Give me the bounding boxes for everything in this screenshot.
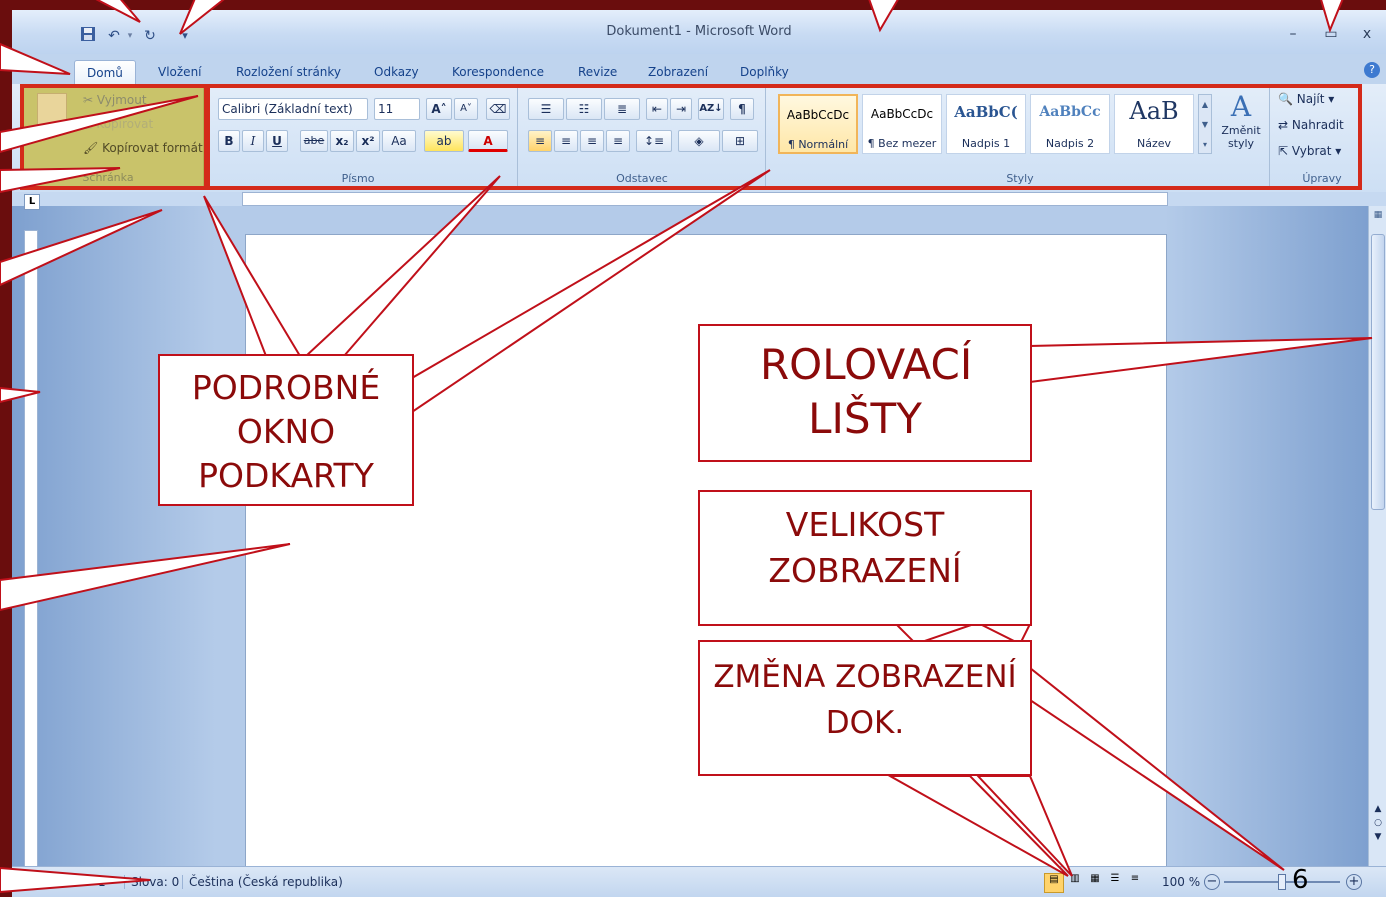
maximize-button[interactable]: ▭ [1318, 23, 1344, 45]
page-count[interactable]: 1 [98, 875, 106, 889]
ribbon-highlight-outline [206, 84, 1362, 190]
callout-zoom-size: VELIKOST ZOBRAZENÍ [698, 490, 1032, 626]
window-title: Dokument1 - Microsoft Word [606, 24, 792, 39]
tab-rozlozeni-stranky[interactable]: Rozložení stránky [224, 60, 353, 84]
callout-view-change-text: ZMĚNA ZOBRAZENÍ DOK. [713, 659, 1017, 741]
browse-object-icon[interactable]: ▲ ○ ▼ [1372, 802, 1384, 844]
print-layout-icon[interactable]: ▤ [1044, 873, 1064, 893]
callout-detail-window: PODROBNÉ OKNO PODKARTY [158, 354, 414, 506]
draft-icon[interactable]: ≡ [1126, 873, 1144, 891]
tab-doplnky[interactable]: Doplňky [728, 60, 801, 84]
help-icon[interactable]: ? [1364, 62, 1380, 78]
scroll-thumb[interactable] [1371, 234, 1385, 510]
status-bar: 1 Slova: 0 Čeština (Česká republika) ▤ ▥… [12, 865, 1386, 897]
language-indicator[interactable]: Čeština (Česká republika) [182, 875, 343, 889]
callout-scrollbars: ROLOVACÍ LIŠTY [698, 324, 1032, 462]
callout-zoom-size-text: VELIKOST ZOBRAZENÍ [768, 505, 962, 590]
callout-view-change: ZMĚNA ZOBRAZENÍ DOK. [698, 640, 1032, 776]
horizontal-ruler[interactable] [242, 192, 1168, 206]
callout-scrollbars-text: ROLOVACÍ LIŠTY [760, 340, 973, 443]
minimize-button[interactable]: – [1280, 23, 1306, 45]
tab-zobrazeni[interactable]: Zobrazení [636, 60, 720, 84]
customize-qat-icon[interactable]: ▾ [178, 26, 192, 46]
zoom-out-icon[interactable]: − [1204, 874, 1220, 890]
full-screen-reading-icon[interactable]: ▥ [1066, 873, 1084, 891]
ribbon: ✂ Vyjmout ⎘ Kopírovat 🖌 Kopírovat formát… [12, 84, 1386, 192]
undo-icon[interactable]: ↶ [104, 26, 124, 46]
annotation-number: 6 [1292, 865, 1309, 895]
vertical-scrollbar[interactable]: ▦ ▲ ○ ▼ [1368, 206, 1386, 866]
outline-icon[interactable]: ☰ [1106, 873, 1124, 891]
word-count[interactable]: Slova: 0 [124, 875, 179, 889]
ribbon-tabs: Domů Vložení Rozložení stránky Odkazy Ko… [12, 54, 1386, 84]
background-frame-top [0, 0, 1386, 10]
save-icon[interactable] [78, 26, 98, 46]
tab-selector-icon[interactable]: L [24, 194, 40, 210]
web-layout-icon[interactable]: ▦ [1086, 873, 1104, 891]
zoom-level[interactable]: 100 % [1162, 875, 1200, 889]
title-bar: Dokument1 - Microsoft Word ↶ ▾ ↻ ▾ – ▭ x [12, 10, 1386, 54]
tab-odkazy[interactable]: Odkazy [362, 60, 431, 84]
tab-revize[interactable]: Revize [566, 60, 629, 84]
zoom-slider-thumb[interactable] [1278, 874, 1286, 890]
tab-domu[interactable]: Domů [74, 60, 136, 84]
callout-detail-window-text: PODROBNÉ OKNO PODKARTY [191, 368, 381, 495]
zoom-in-icon[interactable]: + [1346, 874, 1362, 890]
tab-korespondence[interactable]: Korespondence [440, 60, 556, 84]
tab-vlozeni[interactable]: Vložení [146, 60, 214, 84]
undo-dropdown-icon[interactable]: ▾ [124, 26, 136, 46]
clipboard-highlight-outline [20, 84, 208, 190]
ruler-toggle-icon[interactable]: ▦ [1372, 210, 1384, 222]
view-buttons: ▤ ▥ ▦ ☰ ≡ [1044, 873, 1152, 893]
close-button[interactable]: x [1354, 23, 1380, 45]
redo-icon[interactable]: ↻ [140, 26, 160, 46]
background-frame-left [0, 0, 12, 897]
vertical-ruler[interactable] [24, 230, 38, 870]
